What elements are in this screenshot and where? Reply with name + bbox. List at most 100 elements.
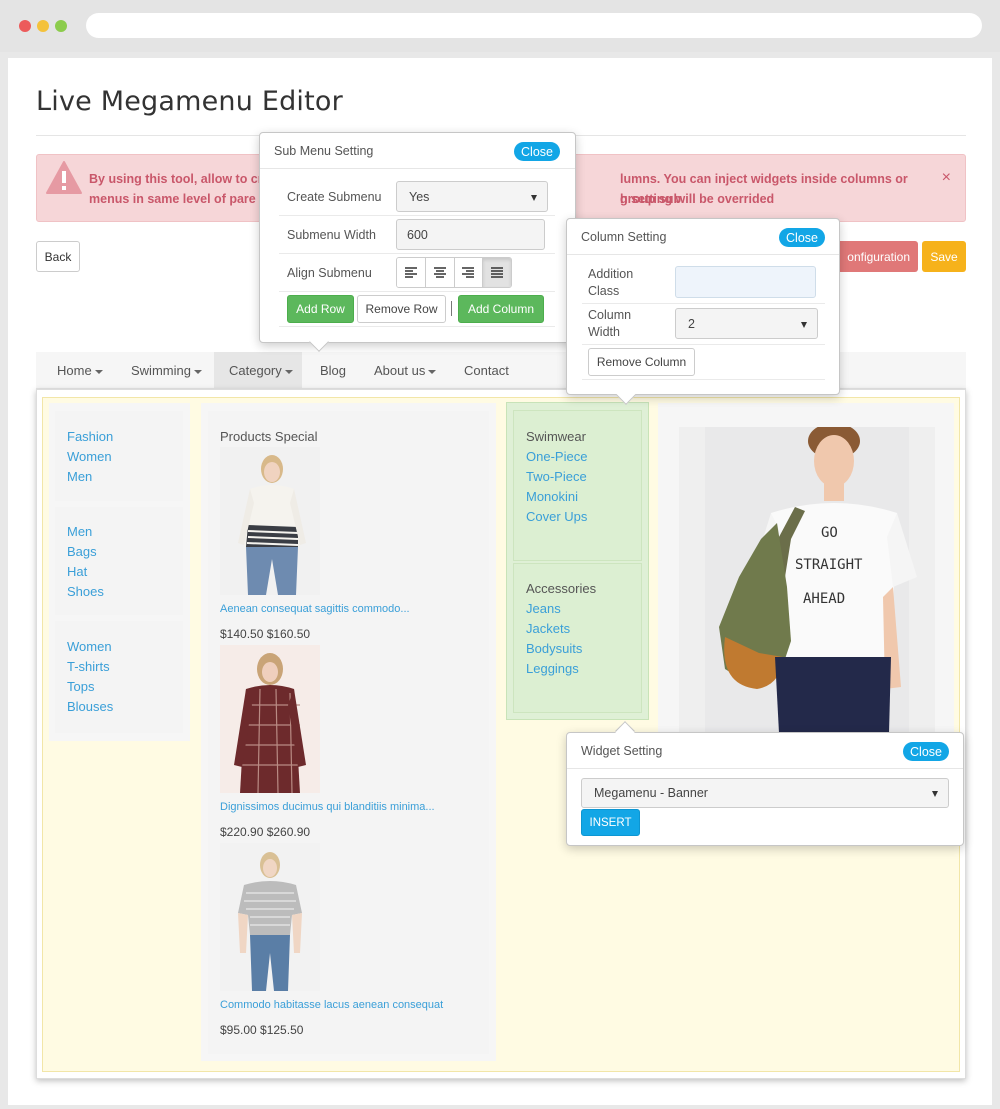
chevron-down-icon	[801, 321, 807, 328]
products-heading: Products Special	[220, 429, 318, 444]
insert-button[interactable]: INSERT	[581, 809, 640, 836]
select-value: Megamenu - Banner	[594, 786, 708, 800]
divider	[279, 215, 555, 216]
align-right-button[interactable]	[454, 258, 484, 287]
popup-header: Column Setting Close	[567, 219, 839, 255]
widget-select[interactable]: Megamenu - Banner	[581, 778, 949, 808]
link-fashion[interactable]: Fashion	[67, 429, 113, 444]
menu-item-label: Swimming	[131, 363, 191, 378]
align-left-icon	[404, 267, 417, 278]
link-t-shirts[interactable]: T-shirts	[67, 659, 110, 674]
shirt-text: AHEAD	[803, 591, 845, 607]
link-jeans[interactable]: Jeans	[526, 601, 561, 616]
create-submenu-select[interactable]: Yes	[396, 181, 548, 212]
menu-item-swimming[interactable]: Swimming	[114, 352, 214, 389]
menu-item-label: About us	[374, 363, 426, 378]
divider	[582, 379, 825, 380]
caret-down-icon	[94, 369, 103, 374]
align-center-icon	[433, 267, 446, 278]
alert-text-fragment: By using this tool, allow to cr	[89, 172, 263, 186]
add-row-button[interactable]: Add Row	[287, 295, 354, 323]
link-bodysuits[interactable]: Bodysuits	[526, 641, 582, 656]
divider	[279, 326, 555, 327]
link-tops[interactable]: Tops	[67, 679, 94, 694]
link-hat[interactable]: Hat	[67, 564, 87, 579]
add-column-button[interactable]: Add Column	[458, 295, 544, 323]
column-width-select[interactable]: 2	[675, 308, 818, 339]
link-monokini[interactable]: Monokini	[526, 489, 578, 504]
save-button[interactable]: Save	[922, 241, 966, 272]
link-two-piece[interactable]: Two-Piece	[526, 469, 587, 484]
link-jackets[interactable]: Jackets	[526, 621, 570, 636]
label-line: Class	[588, 284, 620, 298]
submenu-width-input[interactable]: 600	[396, 219, 545, 250]
link-leggings[interactable]: Leggings	[526, 661, 579, 676]
addition-class-input[interactable]	[675, 266, 816, 298]
product-image[interactable]	[220, 645, 320, 793]
product-name-link[interactable]: Dignissimos ducimus qui blanditiis minim…	[220, 801, 435, 813]
window-minimize-dot[interactable]	[37, 20, 49, 32]
link-one-piece[interactable]: One-Piece	[526, 449, 587, 464]
browser-chrome	[0, 0, 1000, 52]
banner-image[interactable]: GO STRAIGHT AHEAD	[679, 427, 935, 733]
caret-down-icon	[428, 369, 437, 374]
popup-header: Sub Menu Setting Close	[260, 133, 575, 169]
align-right-icon	[462, 267, 475, 278]
menu-item-label: Contact	[464, 363, 509, 378]
product-price: $220.90 $260.90	[220, 825, 311, 839]
link-blouses[interactable]: Blouses	[67, 699, 113, 714]
align-center-button[interactable]	[425, 258, 455, 287]
create-submenu-label: Create Submenu	[287, 190, 382, 204]
submenu-width-label: Submenu Width	[287, 228, 376, 242]
label-line: Width	[588, 325, 620, 339]
window-maximize-dot[interactable]	[55, 20, 67, 32]
link-cover-ups[interactable]: Cover Ups	[526, 509, 587, 524]
product-name-link[interactable]: Aenean consequat sagittis commodo...	[220, 603, 410, 615]
link-shoes[interactable]: Shoes	[67, 584, 104, 599]
align-justify-button[interactable]	[483, 258, 511, 287]
product-image[interactable]	[220, 447, 320, 595]
configuration-button[interactable]: onfiguration	[830, 241, 918, 272]
menu-item-label: Home	[57, 363, 92, 378]
link-men[interactable]: Men	[67, 524, 92, 539]
menu-item-blog[interactable]: Blog	[320, 352, 360, 389]
page-title: Live Megamenu Editor	[36, 86, 343, 117]
caret-down-icon	[193, 369, 202, 374]
close-button[interactable]: Close	[903, 742, 949, 761]
divider	[279, 253, 555, 254]
address-bar[interactable]	[86, 13, 982, 38]
align-left-button[interactable]	[397, 258, 426, 287]
menu-item-label: Blog	[320, 363, 347, 378]
close-button[interactable]: Close	[779, 228, 825, 247]
shirt-text: STRAIGHT	[795, 557, 863, 573]
link-women[interactable]: Women	[67, 639, 112, 654]
popup-title: Column Setting	[581, 230, 667, 244]
product-image[interactable]	[220, 843, 320, 991]
menu-item-about-us[interactable]: About us	[374, 352, 454, 389]
shirt-text: GO	[821, 525, 838, 541]
addition-class-label: Addition Class	[588, 266, 633, 300]
close-button[interactable]: Close	[514, 142, 560, 161]
popup-title: Sub Menu Setting	[274, 144, 374, 158]
link-men[interactable]: Men	[67, 469, 92, 484]
divider	[582, 303, 825, 304]
alert-close-icon[interactable]: ×	[942, 169, 951, 187]
button-separator	[451, 301, 452, 316]
product-price: $95.00 $125.50	[220, 1023, 304, 1037]
product-name-link[interactable]: Commodo habitasse lacus aenean consequat	[220, 999, 443, 1011]
remove-column-button[interactable]: Remove Column	[588, 348, 695, 376]
menu-item-category[interactable]: Category	[214, 352, 302, 389]
menu-item-home[interactable]: Home	[36, 352, 106, 389]
align-submenu-label: Align Submenu	[287, 266, 372, 280]
link-bags[interactable]: Bags	[67, 544, 97, 559]
chevron-down-icon	[932, 791, 938, 797]
window-close-dot[interactable]	[19, 20, 31, 32]
menu-item-label: Category	[229, 363, 282, 378]
popup-title: Widget Setting	[581, 744, 663, 758]
link-women[interactable]: Women	[67, 449, 112, 464]
chevron-down-icon	[531, 194, 537, 201]
back-button[interactable]: Back	[36, 241, 80, 272]
menu-item-contact[interactable]: Contact	[464, 352, 524, 389]
label-line: Column	[588, 308, 632, 322]
remove-row-button[interactable]: Remove Row	[357, 295, 446, 323]
